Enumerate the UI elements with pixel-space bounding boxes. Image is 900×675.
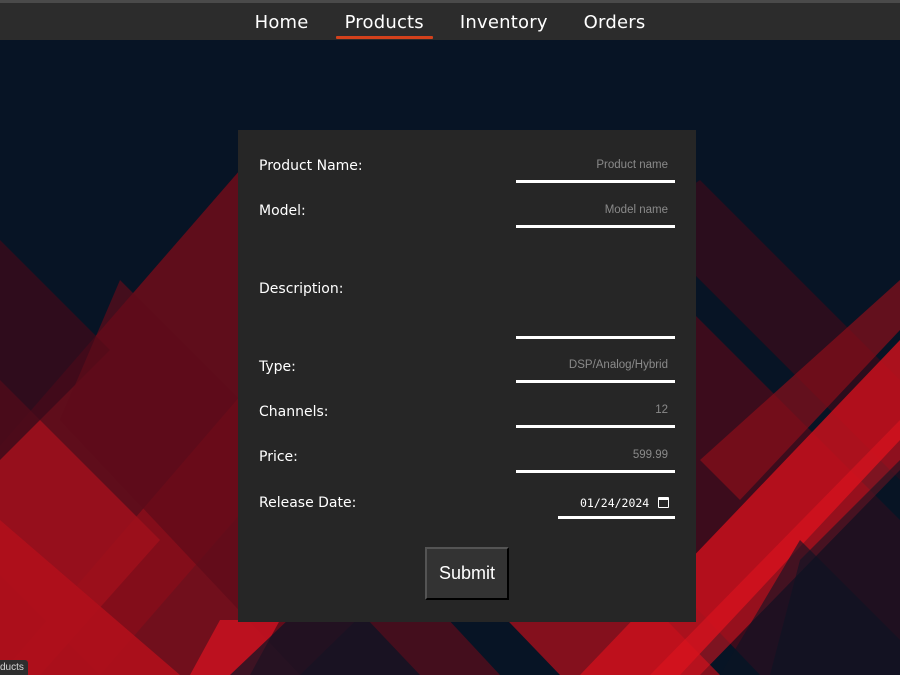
- product-name-input[interactable]: Product name: [516, 158, 675, 183]
- model-label: Model:: [259, 203, 306, 219]
- status-bar-link: ducts: [0, 660, 28, 675]
- model-placeholder: Model name: [604, 204, 668, 216]
- product-name-label: Product Name:: [259, 158, 363, 174]
- nav-orders[interactable]: Orders: [566, 3, 664, 40]
- nav-products[interactable]: Products: [327, 3, 442, 40]
- nav-home[interactable]: Home: [237, 3, 327, 40]
- price-placeholder: 599.99: [632, 449, 668, 461]
- top-navbar: Home Products Inventory Orders: [0, 3, 900, 40]
- calendar-icon[interactable]: [658, 497, 669, 508]
- type-label: Type:: [259, 359, 296, 375]
- description-textarea[interactable]: [516, 248, 675, 339]
- type-placeholder: DSP/Analog/Hybrid: [568, 359, 668, 371]
- channels-placeholder: 12: [655, 404, 668, 416]
- release-date-value: 01/24/2024: [580, 496, 650, 510]
- channels-input[interactable]: 12: [516, 403, 675, 428]
- channels-row: Channels: 12: [259, 403, 675, 429]
- nav-inventory[interactable]: Inventory: [442, 3, 566, 40]
- submit-button[interactable]: Submit: [425, 547, 509, 600]
- price-row: Price: 599.99: [259, 448, 675, 474]
- type-row: Type: DSP/Analog/Hybrid: [259, 358, 675, 384]
- description-row: Description:: [259, 248, 675, 339]
- product-name-row: Product Name: Product name: [259, 158, 675, 184]
- model-row: Model: Model name: [259, 203, 675, 229]
- price-input[interactable]: 599.99: [516, 448, 675, 473]
- channels-label: Channels:: [259, 404, 329, 420]
- product-form: Product Name: Product name Model: Model …: [238, 130, 696, 622]
- release-date-label: Release Date:: [259, 495, 357, 511]
- release-date-row: Release Date: 01/24/2024: [259, 493, 675, 521]
- release-date-input[interactable]: 01/24/2024: [558, 493, 675, 519]
- product-name-placeholder: Product name: [596, 159, 668, 171]
- model-input[interactable]: Model name: [516, 203, 675, 228]
- description-label: Description:: [259, 281, 344, 297]
- type-input[interactable]: DSP/Analog/Hybrid: [516, 358, 675, 383]
- price-label: Price:: [259, 449, 298, 465]
